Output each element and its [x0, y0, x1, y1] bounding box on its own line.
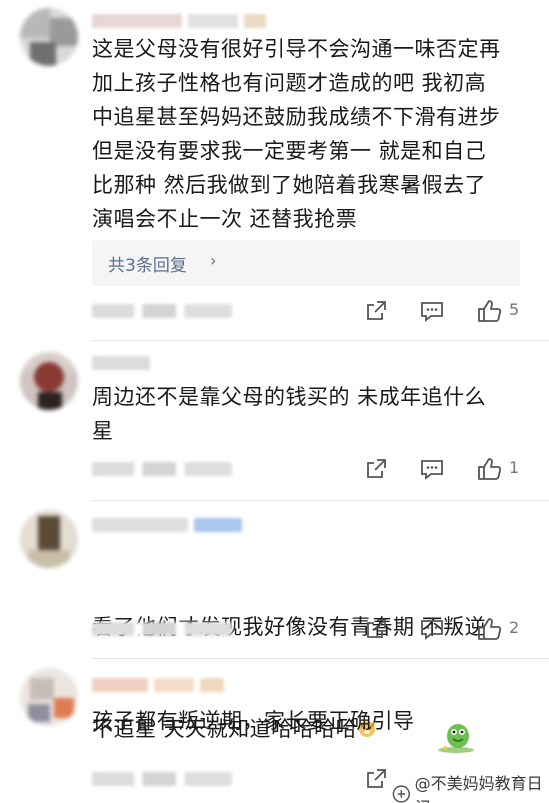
watermark-text: @不美妈妈教育日记 — [414, 774, 543, 803]
like-count: 1 — [509, 458, 520, 477]
comment-actions: 2 — [0, 614, 549, 644]
comment-actions: 5 — [0, 296, 549, 326]
comment-icon[interactable] — [419, 456, 445, 482]
view-replies-button[interactable]: 共3条回复 › — [92, 240, 520, 286]
reply-count-label: 共3条回复 — [108, 256, 187, 276]
share-icon[interactable] — [363, 298, 389, 324]
avatar[interactable] — [20, 8, 78, 66]
watermark-logo-icon — [392, 785, 411, 803]
divider — [92, 658, 549, 659]
timestamp-blurred — [92, 772, 232, 786]
thumbs-up-icon[interactable] — [476, 456, 502, 482]
comment-text: 这是父母没有很好引导不会沟通一味否定再 加上孩子性格也有问题才造成的吧 我初高 … — [92, 37, 501, 231]
avatar[interactable] — [20, 510, 78, 568]
username-blurred[interactable] — [92, 678, 230, 692]
avatar[interactable] — [20, 352, 78, 410]
username-blurred[interactable] — [92, 356, 156, 370]
thumbs-up-icon[interactable] — [476, 298, 502, 324]
share-icon[interactable] — [363, 456, 389, 482]
thumbs-up-icon[interactable] — [476, 616, 502, 642]
avatar[interactable] — [20, 668, 78, 726]
timestamp-blurred — [92, 462, 232, 476]
like-count: 2 — [509, 618, 520, 637]
comment-text: 周边还不是靠父母的钱买的 未成年追什么 星 — [92, 385, 487, 443]
chevron-right-icon: › — [210, 251, 217, 270]
comment-icon[interactable] — [419, 298, 445, 324]
timestamp-blurred — [92, 622, 232, 636]
username-blurred[interactable] — [92, 518, 248, 532]
divider — [92, 500, 549, 501]
share-icon[interactable] — [363, 616, 389, 642]
dinosaur-sticker — [438, 724, 474, 753]
timestamp-blurred — [92, 304, 232, 318]
watermark: @不美妈妈教育日记 — [392, 770, 549, 803]
comment-actions: 1 — [0, 454, 549, 484]
like-count: 5 — [509, 300, 520, 319]
divider — [92, 340, 549, 341]
username-blurred[interactable] — [92, 14, 272, 28]
comment-icon[interactable] — [419, 616, 445, 642]
share-icon[interactable] — [363, 766, 389, 792]
